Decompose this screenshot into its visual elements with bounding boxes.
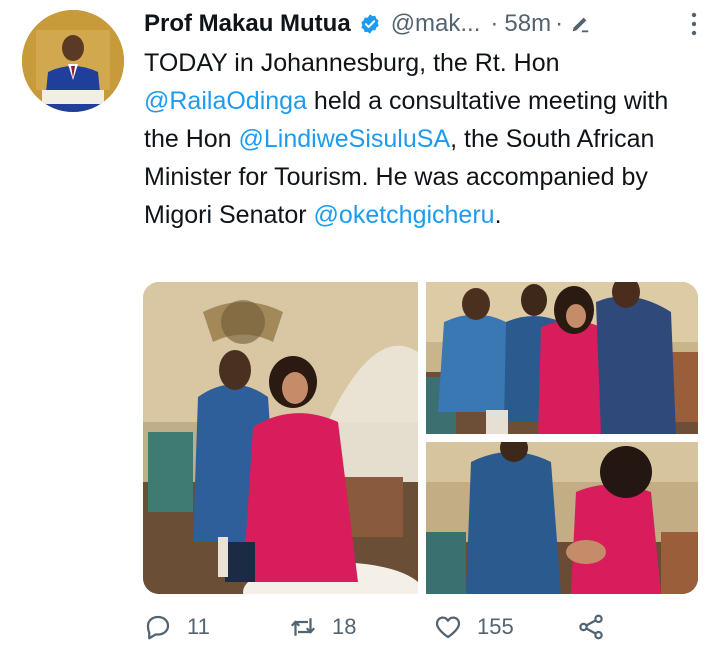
photo-1[interactable] [143, 282, 418, 594]
tweet-text-segment: TODAY in Johannesburg, the Rt. Hon [144, 49, 560, 77]
share-button[interactable] [576, 612, 606, 642]
like-button[interactable]: 155 [433, 612, 514, 642]
edit-icon[interactable] [569, 13, 591, 35]
verified-badge-icon [361, 14, 379, 34]
author-name[interactable]: Prof Makau Mutua [144, 10, 351, 38]
share-icon [579, 614, 603, 640]
retweet-button[interactable]: 18 [288, 612, 356, 642]
tweet-header: Prof Makau Mutua @mak... · 58m · [144, 4, 700, 44]
timestamp[interactable]: 58m [504, 10, 551, 38]
reply-button[interactable]: 11 [143, 612, 210, 642]
avatar[interactable] [22, 10, 124, 112]
photo-3[interactable] [426, 442, 698, 594]
mention-link[interactable]: @RailaOdinga [144, 87, 307, 115]
separator-dot: · [555, 10, 564, 37]
tweet-text: TODAY in Johannesburg, the Rt. Hon @Rail… [144, 44, 704, 234]
author-handle[interactable]: @mak... [391, 10, 481, 38]
separator-dot: · [490, 10, 499, 37]
like-count: 155 [477, 614, 514, 639]
retweet-icon [290, 618, 316, 636]
photo-2[interactable] [426, 282, 698, 434]
tweet-text-segment: . [494, 201, 502, 229]
like-icon [435, 616, 461, 639]
action-bar: 11 18 155 [143, 612, 643, 652]
more-icon[interactable] [688, 10, 700, 38]
avatar-image [22, 10, 124, 112]
reply-icon [146, 615, 170, 640]
mention-link[interactable]: @oketchgicheru [314, 201, 495, 229]
retweet-count: 18 [332, 614, 357, 639]
media-grid [143, 282, 698, 594]
mention-link[interactable]: @LindiweSisuluSA [239, 125, 451, 153]
reply-count: 11 [187, 614, 210, 639]
